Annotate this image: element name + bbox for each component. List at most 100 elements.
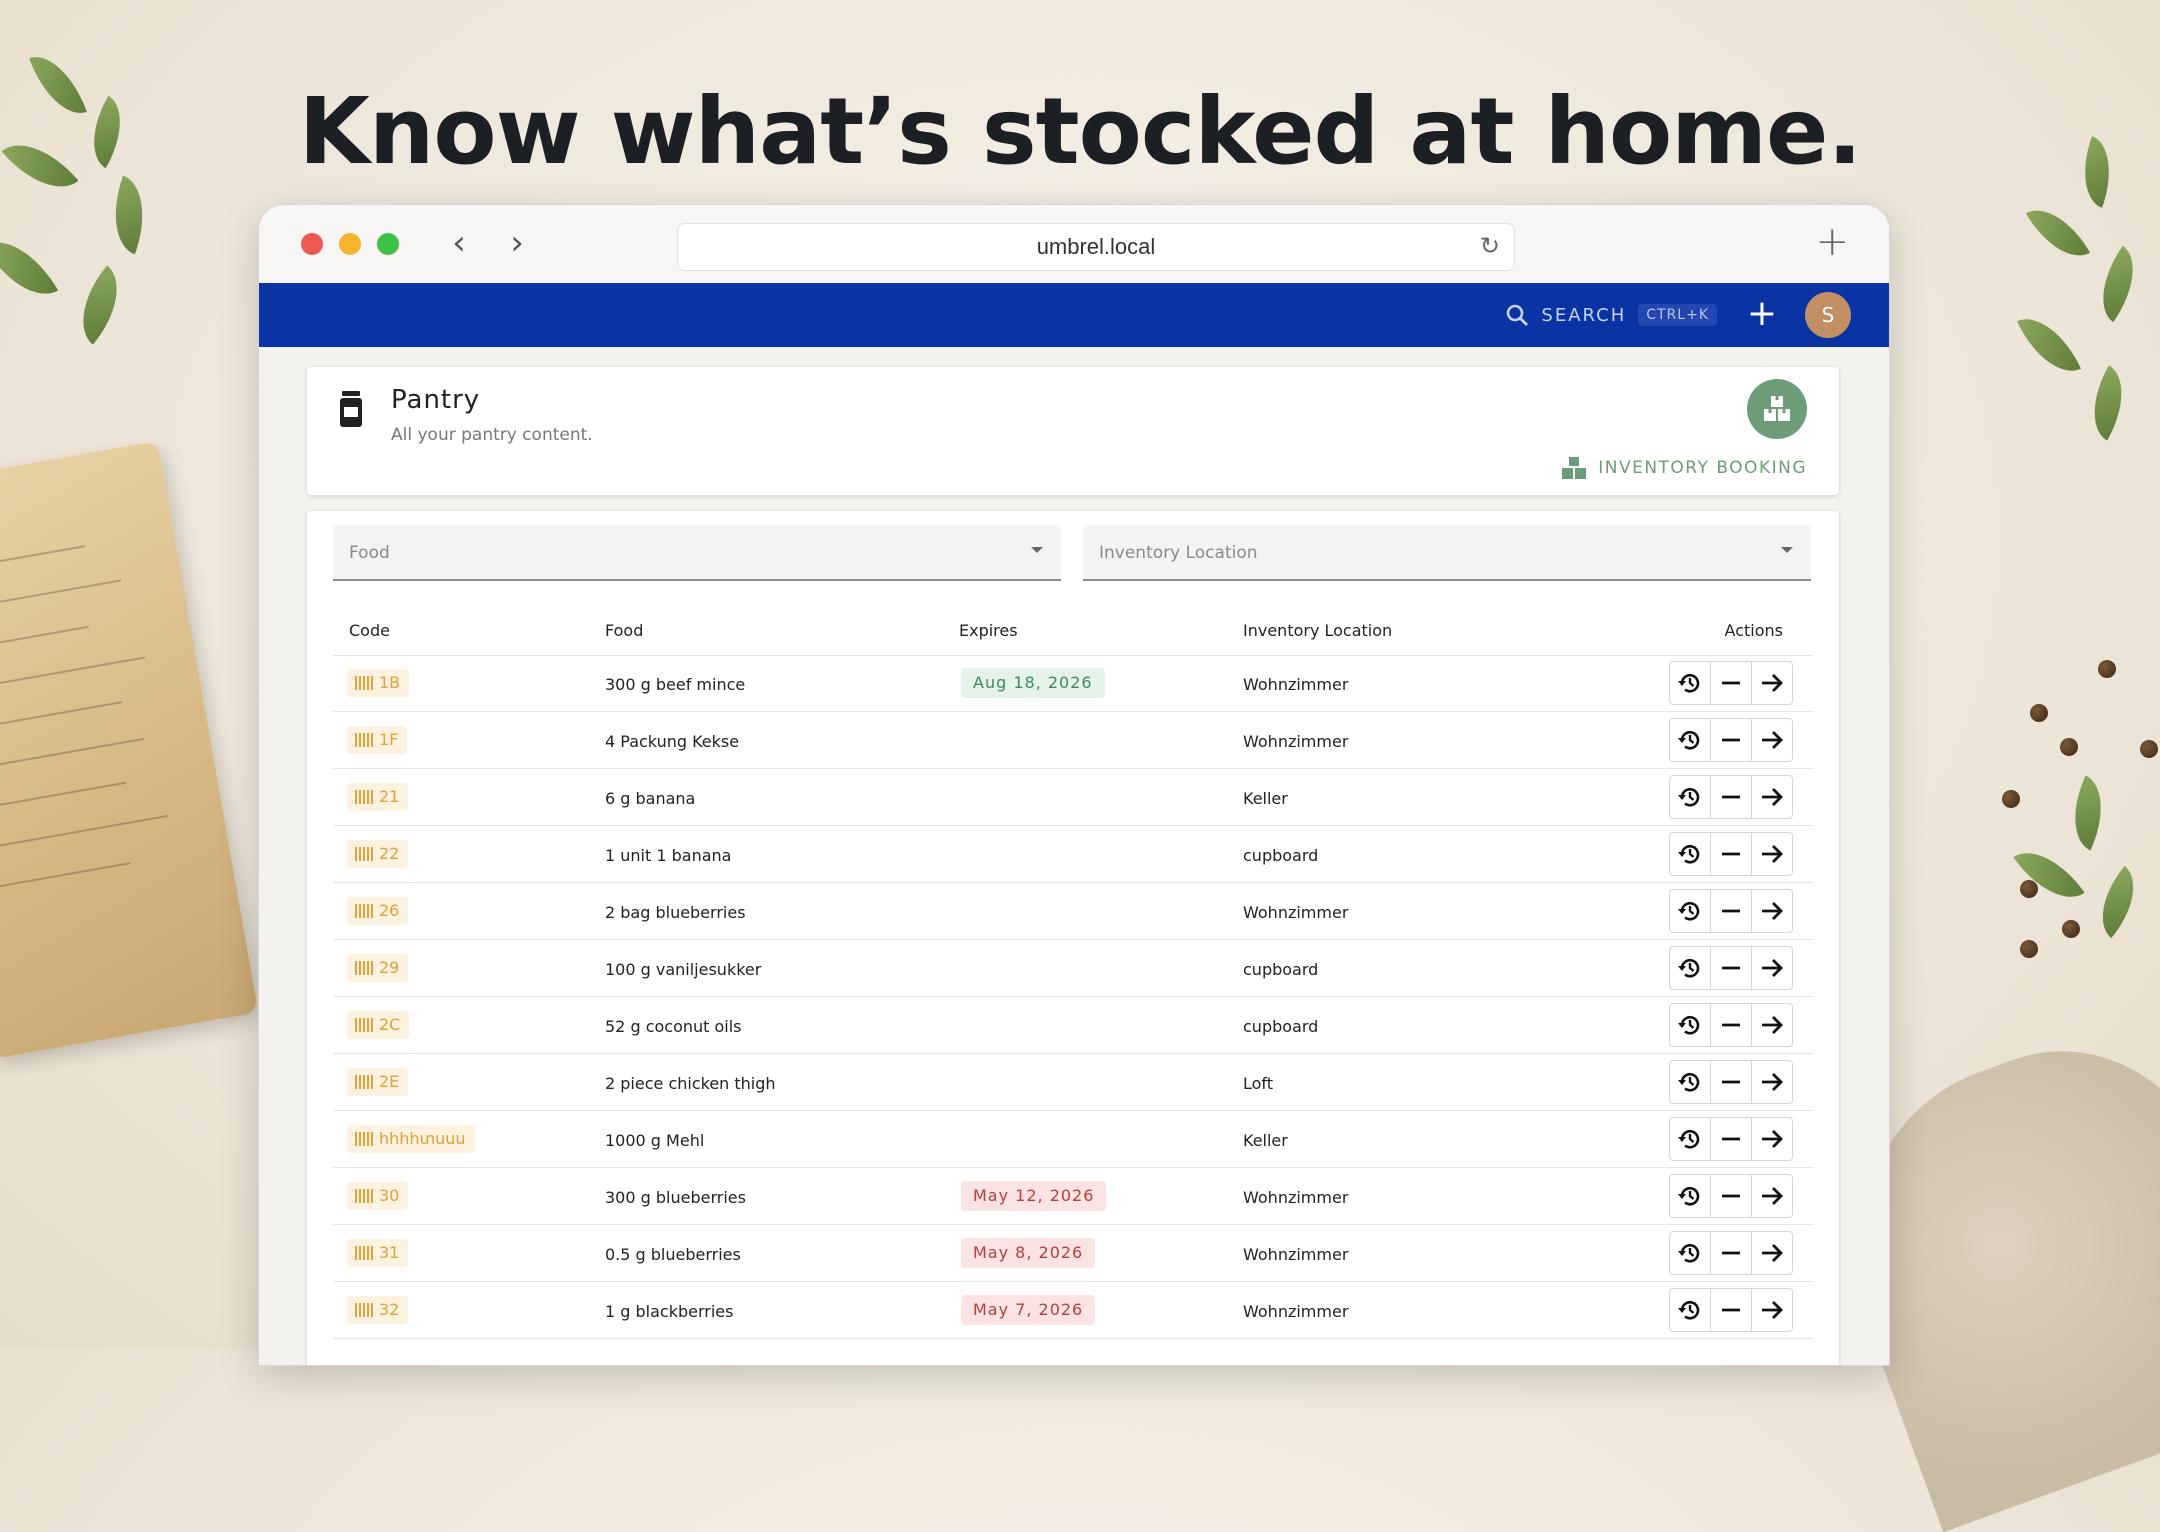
arrow-right-icon xyxy=(1759,1240,1785,1266)
table-row[interactable]: 31 0.5 g blueberries May 8, 2026 Wohnzimmer xyxy=(333,1225,1813,1282)
transfer-button[interactable] xyxy=(1752,1061,1792,1103)
row-actions xyxy=(1669,832,1793,876)
table-row[interactable]: 32 1 g blackberries May 7, 2026 Wohnzimmer xyxy=(333,1282,1813,1339)
forward-icon[interactable]: › xyxy=(499,225,535,261)
consume-button[interactable] xyxy=(1711,947,1752,989)
history-icon xyxy=(1677,670,1703,696)
inventory-booking-button[interactable]: INVENTORY BOOKING xyxy=(1562,457,1807,479)
location-filter-select[interactable]: Inventory Location xyxy=(1083,525,1811,581)
code-chip[interactable]: 2E xyxy=(347,1068,409,1096)
consume-button[interactable] xyxy=(1711,890,1752,932)
history-icon xyxy=(1677,841,1703,867)
transfer-button[interactable] xyxy=(1752,719,1792,761)
history-button[interactable] xyxy=(1670,890,1711,932)
history-button[interactable] xyxy=(1670,1175,1711,1217)
barcode-icon xyxy=(355,1246,373,1260)
history-button[interactable] xyxy=(1670,1232,1711,1274)
minus-icon xyxy=(1719,899,1743,923)
table-row[interactable]: 21 6 g banana Keller xyxy=(333,769,1813,826)
location-cell: Wohnzimmer xyxy=(1243,903,1349,922)
table-row[interactable]: 2E 2 piece chicken thigh Loft xyxy=(333,1054,1813,1111)
code-chip[interactable]: 2C xyxy=(347,1011,410,1039)
barcode-icon xyxy=(355,676,373,690)
consume-button[interactable] xyxy=(1711,1118,1752,1160)
row-actions xyxy=(1669,1231,1793,1275)
table-row[interactable]: 30 300 g blueberries May 12, 2026 Wohnzimme… xyxy=(333,1168,1813,1225)
history-button[interactable] xyxy=(1670,662,1711,704)
transfer-button[interactable] xyxy=(1752,1232,1792,1274)
transfer-button[interactable] xyxy=(1752,776,1792,818)
transfer-button[interactable] xyxy=(1752,947,1792,989)
history-button[interactable] xyxy=(1670,1004,1711,1046)
code-chip[interactable]: 21 xyxy=(347,783,409,811)
code-chip[interactable]: 32 xyxy=(347,1296,409,1324)
transfer-button[interactable] xyxy=(1752,1118,1792,1160)
code-chip[interactable]: 31 xyxy=(347,1239,409,1267)
history-button[interactable] xyxy=(1670,719,1711,761)
code-chip[interactable]: 22 xyxy=(347,840,409,868)
food-filter-placeholder: Food xyxy=(349,543,390,563)
food-cell: 300 g beef mince xyxy=(605,675,746,694)
code-chip[interactable]: 29 xyxy=(347,954,409,982)
minimize-window-button[interactable] xyxy=(339,233,361,255)
consume-button[interactable] xyxy=(1711,1175,1752,1217)
history-button[interactable] xyxy=(1670,947,1711,989)
back-icon[interactable]: ‹ xyxy=(441,225,477,261)
consume-button[interactable] xyxy=(1711,1289,1752,1331)
food-cell: 0.5 g blueberries xyxy=(605,1245,741,1264)
transfer-button[interactable] xyxy=(1752,1004,1792,1046)
location-cell: Wohnzimmer xyxy=(1243,1188,1349,1207)
transfer-button[interactable] xyxy=(1752,1289,1792,1331)
history-button[interactable] xyxy=(1670,1118,1711,1160)
maximize-window-button[interactable] xyxy=(377,233,399,255)
transfer-button[interactable] xyxy=(1752,1175,1792,1217)
consume-button[interactable] xyxy=(1711,719,1752,761)
arrow-right-icon xyxy=(1759,1297,1785,1323)
reload-icon[interactable]: ↻ xyxy=(1480,232,1500,260)
history-button[interactable] xyxy=(1670,776,1711,818)
table-row[interactable]: 2C 52 g coconut oils cupboard xyxy=(333,997,1813,1054)
code-text: 2C xyxy=(379,1015,401,1034)
avatar[interactable]: S xyxy=(1805,292,1851,338)
history-button[interactable] xyxy=(1670,1289,1711,1331)
code-chip[interactable]: 1B xyxy=(347,669,410,697)
transfer-button[interactable] xyxy=(1752,833,1792,875)
transfer-button[interactable] xyxy=(1752,662,1792,704)
table-row[interactable]: 1B 300 g beef mince Aug 18, 2026 Wohnzimmer xyxy=(333,655,1813,712)
address-bar[interactable]: umbrel.local ↻ xyxy=(677,223,1515,271)
code-chip[interactable]: 26 xyxy=(347,897,409,925)
consume-button[interactable] xyxy=(1711,1061,1752,1103)
add-icon[interactable]: + xyxy=(1747,293,1777,334)
food-filter-select[interactable]: Food xyxy=(333,525,1061,581)
table-row[interactable]: 29 100 g vaniljesukker cupboard xyxy=(333,940,1813,997)
history-button[interactable] xyxy=(1670,833,1711,875)
code-chip[interactable]: hhhhտuuu xyxy=(347,1125,475,1153)
close-window-button[interactable] xyxy=(301,233,323,255)
transfer-button[interactable] xyxy=(1752,890,1792,932)
table-row[interactable]: 1F 4 Packung Kekse Wohnzimmer xyxy=(333,712,1813,769)
table-row[interactable]: 22 1 unit 1 banana cupboard xyxy=(333,826,1813,883)
code-chip[interactable]: 30 xyxy=(347,1182,409,1210)
row-actions xyxy=(1669,1174,1793,1218)
consume-button[interactable] xyxy=(1711,1232,1752,1274)
new-tab-icon[interactable]: + xyxy=(1815,219,1849,265)
table-row[interactable]: hhhhտuuu 1000 g Mehl Keller xyxy=(333,1111,1813,1168)
history-icon xyxy=(1677,784,1703,810)
history-button[interactable] xyxy=(1670,1061,1711,1103)
search-icon xyxy=(1507,304,1529,326)
table-row[interactable]: 26 2 bag blueberries Wohnzimmer xyxy=(333,883,1813,940)
decor-peppercorn xyxy=(2002,790,2020,808)
consume-button[interactable] xyxy=(1711,776,1752,818)
consume-button[interactable] xyxy=(1711,1004,1752,1046)
barcode-icon xyxy=(355,904,373,918)
food-cell: 6 g banana xyxy=(605,789,696,808)
search-button[interactable]: SEARCH CTRL+K xyxy=(1505,301,1717,329)
history-icon xyxy=(1677,727,1703,753)
expires-badge: May 8, 2026 xyxy=(961,1238,1096,1268)
inventory-fab-button[interactable] xyxy=(1747,379,1807,439)
column-header-code: Code xyxy=(349,621,390,640)
expires-badge: May 7, 2026 xyxy=(961,1295,1096,1325)
code-chip[interactable]: 1F xyxy=(347,726,408,754)
consume-button[interactable] xyxy=(1711,662,1752,704)
consume-button[interactable] xyxy=(1711,833,1752,875)
